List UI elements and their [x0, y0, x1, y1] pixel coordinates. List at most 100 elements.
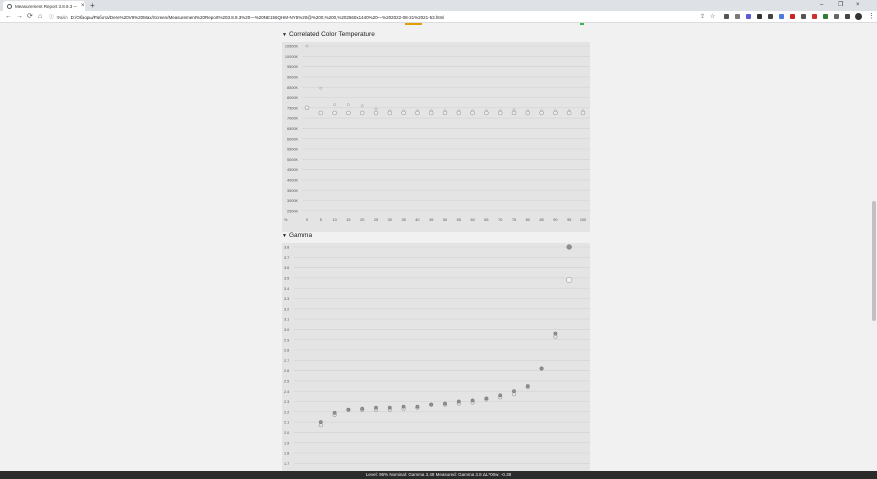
- cct-x-tick-label: 70: [498, 218, 502, 222]
- cct-x-tick-label: 15: [346, 218, 350, 222]
- cct-nominal-point: [346, 110, 351, 116]
- chart-fragment: [580, 23, 584, 25]
- url-text: D:/Обзоры/Работа/Dere%20V9%20Max/Screen/…: [70, 14, 445, 20]
- cct-measured-point: [347, 103, 350, 107]
- cct-y-tick-label: 7000K: [287, 117, 298, 121]
- gamma-measured-point: [498, 393, 503, 398]
- extension-icon[interactable]: [801, 14, 806, 19]
- cct-y-tick-label: 3000K: [287, 199, 298, 203]
- extension-icon[interactable]: [757, 14, 762, 19]
- cct-y-tick-label: 6000K: [287, 137, 298, 141]
- scrollbar-thumb[interactable]: [872, 201, 876, 321]
- gamma-y-tick-label: 2.5: [284, 380, 289, 384]
- extension-icon[interactable]: [834, 14, 839, 19]
- triangle-down-icon[interactable]: ▼: [282, 233, 287, 239]
- cct-measured-point: [319, 86, 323, 90]
- tab-bar: Measurement Report 3.8.9.3 — % × + – ❐ ×: [0, 0, 877, 11]
- cct-y-tick-label: 8500K: [287, 86, 298, 90]
- cct-nominal-point: [470, 110, 475, 116]
- cct-chart: 10500K 10000K 9500K 9000K 8500K 8000K 7500K 700…: [282, 42, 590, 232]
- gamma-y-tick-label: 3.5: [284, 277, 289, 281]
- gamma-measured-point: [401, 404, 406, 409]
- cct-y-tick-label: 7500K: [287, 106, 298, 110]
- cct-nominal-point: [318, 110, 324, 116]
- cct-x-tick-label: 90: [553, 218, 557, 222]
- extension-icon[interactable]: [735, 14, 740, 19]
- profile-icon[interactable]: [855, 13, 862, 20]
- gamma-measured-point: [332, 410, 337, 415]
- close-window-button[interactable]: ×: [856, 0, 860, 10]
- cct-y-tick-label: 10000K: [285, 55, 299, 59]
- new-tab-button[interactable]: +: [90, 1, 95, 10]
- gamma-y-tick-label: 2.7: [284, 359, 289, 363]
- cct-x-tick-label: 20: [360, 218, 364, 222]
- cct-x-tick-label: 10: [332, 218, 336, 222]
- cct-nominal-point: [428, 110, 434, 116]
- cct-nominal-point: [566, 110, 572, 116]
- cct-measured-point: [333, 103, 336, 107]
- gamma-measured-point: [553, 331, 558, 336]
- gamma-measured-point: [346, 407, 351, 412]
- globe-icon: [7, 3, 12, 9]
- info-icon[interactable]: ⓘ: [49, 14, 54, 20]
- cct-x-tick-label: 35: [401, 218, 405, 222]
- cct-x-tick-label: %: [284, 218, 288, 222]
- cct-nominal-point: [484, 110, 489, 116]
- extension-icon[interactable]: [812, 14, 817, 19]
- cct-y-tick-label: 6500K: [287, 127, 298, 131]
- gamma-measured-point: [525, 384, 530, 388]
- forward-icon[interactable]: →: [16, 12, 23, 22]
- browser-tab[interactable]: Measurement Report 3.8.9.3 — % ×: [3, 1, 85, 11]
- menu-icon[interactable]: ⋮: [868, 12, 875, 22]
- gamma-section-title[interactable]: ▼ Gamma: [282, 232, 312, 239]
- back-icon[interactable]: ←: [5, 12, 12, 22]
- cct-measured-point: [374, 107, 378, 111]
- gamma-y-tick-label: 2.9: [284, 338, 289, 342]
- minimize-button[interactable]: –: [820, 0, 823, 10]
- extension-icon[interactable]: [779, 14, 784, 19]
- extension-icon[interactable]: [768, 14, 773, 19]
- reload-icon[interactable]: ⟳: [27, 12, 33, 22]
- extension-icon[interactable]: [823, 14, 828, 19]
- cct-section-title[interactable]: ▼ Correlated Color Temperature: [282, 31, 375, 38]
- gamma-y-tick-label: 2.8: [284, 349, 289, 353]
- gamma-y-tick-label: 1.7: [284, 462, 289, 466]
- tab-close-icon[interactable]: ×: [81, 3, 85, 9]
- gamma-y-tick-label: 3.1: [284, 318, 289, 322]
- gamma-measured-point: [484, 396, 489, 401]
- vertical-scrollbar[interactable]: [871, 23, 877, 471]
- triangle-down-icon[interactable]: ▼: [282, 32, 287, 38]
- gamma-y-tick-label: 3.2: [284, 307, 289, 311]
- cct-nominal-point: [401, 110, 406, 116]
- maximize-button[interactable]: ❐: [838, 0, 843, 10]
- share-icon[interactable]: ⇪: [700, 12, 705, 22]
- cct-nominal-point: [332, 110, 337, 116]
- protocol-label: Файл: [56, 14, 68, 20]
- gamma-y-tick-label: 2.6: [284, 369, 289, 373]
- extension-icon[interactable]: [724, 14, 729, 19]
- cct-nominal-point: [511, 110, 517, 116]
- extension-icon[interactable]: [845, 14, 850, 19]
- chart-fragment: [405, 23, 422, 25]
- extension-icon[interactable]: [790, 14, 795, 19]
- browser-toolbar: ← → ⟳ ⌂ ⓘ Файл D:/Обзоры/Работа/Dere%20V…: [0, 11, 877, 23]
- cct-x-tick-label: 75: [512, 218, 516, 222]
- extension-icon[interactable]: [746, 14, 751, 19]
- cct-nominal-point: [359, 110, 365, 116]
- cct-x-tick-label: 40: [415, 218, 419, 222]
- cct-x-tick-label: 50: [443, 218, 447, 222]
- gamma-y-tick-label: 2.3: [284, 400, 289, 404]
- cct-nominal-point: [553, 110, 558, 116]
- cct-x-tick-label: 25: [374, 218, 378, 222]
- cct-x-tick-label: 60: [470, 218, 474, 222]
- gamma-measured-point: [470, 398, 475, 403]
- gamma-y-tick-label: 3.4: [284, 287, 289, 291]
- cct-nominal-point: [497, 110, 503, 116]
- gamma-measured-point: [415, 404, 420, 409]
- address-bar[interactable]: ⓘ Файл D:/Обзоры/Работа/Dere%20V9%20Max/…: [49, 12, 719, 22]
- cct-x-tick-label: 55: [457, 218, 461, 222]
- star-icon[interactable]: ☆: [710, 12, 715, 22]
- gamma-y-tick-label: 3.0: [284, 328, 289, 332]
- home-icon[interactable]: ⌂: [38, 12, 42, 22]
- cct-nominal-point: [580, 110, 586, 116]
